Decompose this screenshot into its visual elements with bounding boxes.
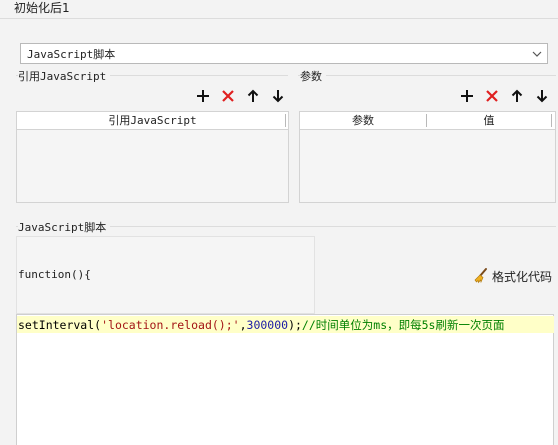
format-code-label: 格式化代码 (492, 270, 553, 284)
add-param-button[interactable] (458, 87, 476, 105)
move-up-param-button[interactable] (508, 87, 526, 105)
code-function-call: setInterval( (18, 318, 102, 332)
arrow-down-icon (536, 90, 548, 103)
delete-import-button[interactable] (219, 87, 237, 105)
param-name-column-header[interactable]: 参数 (300, 112, 426, 129)
delete-icon (222, 90, 234, 102)
script-group-title: JavaScript脚本 (18, 219, 111, 235)
move-down-param-button[interactable] (533, 87, 551, 105)
code-separator: , (239, 318, 247, 332)
column-separator (285, 114, 286, 127)
window-title-bar: 初始化后1 (0, 0, 558, 19)
format-code-button[interactable]: 格式化代码 (472, 266, 556, 286)
chevron-down-icon[interactable] (530, 45, 544, 62)
move-down-import-button[interactable] (269, 87, 287, 105)
code-comment: //时间单位为ms，即每5s刷新一次页面 (301, 318, 505, 332)
code-number-literal: 300000 (246, 318, 289, 332)
delete-param-button[interactable] (483, 87, 501, 105)
current-line-highlight: setInterval('location.reload();',300000)… (17, 316, 554, 333)
params-group-border (298, 75, 556, 76)
column-separator (551, 114, 552, 127)
code-string-literal: 'location.reload();' (101, 318, 240, 332)
arrow-down-icon (272, 90, 284, 103)
broom-icon (474, 268, 487, 284)
params-group-title: 参数 (300, 68, 326, 84)
function-preamble-text: function(){ (18, 268, 91, 281)
script-type-select[interactable]: JavaScript脚本 (20, 43, 548, 64)
add-icon (461, 90, 473, 102)
code-line-text: setInterval('location.reload();',300000)… (18, 317, 504, 333)
code-call-end: ); (288, 318, 302, 332)
delete-icon (486, 90, 498, 102)
window-title: 初始化后1 (14, 1, 70, 15)
code-editor[interactable]: setInterval('location.reload();',300000)… (16, 314, 554, 445)
params-table[interactable]: 参数 值 (299, 111, 556, 203)
arrow-up-icon (511, 89, 523, 102)
add-import-button[interactable] (194, 87, 212, 105)
imports-column-header[interactable]: 引用JavaScript (17, 112, 288, 129)
arrow-up-icon (247, 89, 259, 102)
imports-group-title: 引用JavaScript (18, 68, 111, 84)
move-up-import-button[interactable] (244, 87, 262, 105)
script-type-value: JavaScript脚本 (27, 48, 116, 61)
imports-table[interactable]: 引用JavaScript (16, 111, 289, 203)
imports-table-header: 引用JavaScript (17, 112, 288, 130)
param-value-column-header[interactable]: 值 (427, 112, 551, 129)
add-icon (197, 90, 209, 102)
function-preamble: function(){ (16, 236, 315, 314)
params-table-header: 参数 值 (300, 112, 555, 130)
